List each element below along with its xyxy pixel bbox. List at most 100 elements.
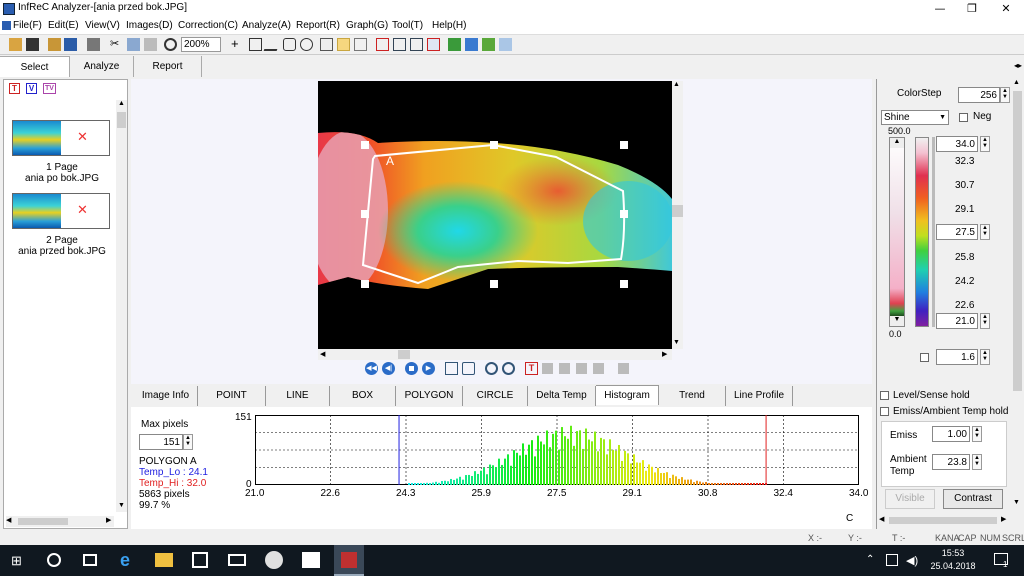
temp-mid-input[interactable] — [936, 224, 978, 240]
network-icon[interactable] — [886, 554, 898, 566]
step-back-icon[interactable]: ◀| — [382, 362, 395, 375]
open-folder-icon[interactable] — [48, 38, 61, 51]
play-icon[interactable]: ▶ — [422, 362, 435, 375]
menu-file[interactable]: File(F) — [13, 20, 42, 31]
contrast-button[interactable]: Contrast — [943, 489, 1003, 509]
select-cursor-icon[interactable] — [337, 38, 350, 51]
edge-browser-icon[interactable]: e — [120, 550, 130, 570]
layout-icon[interactable] — [410, 38, 423, 51]
zoom-in-icon[interactable] — [485, 362, 498, 375]
thumbnail-vscrollbar[interactable]: ▲ ▼ — [116, 100, 127, 512]
thermal-image[interactable]: A — [318, 81, 672, 349]
tab-histogram[interactable]: Histogram — [596, 385, 659, 405]
export-icon[interactable] — [427, 38, 440, 51]
temp-mid-stepper[interactable]: ▲ ▼ — [980, 224, 990, 240]
scroll-left-icon[interactable]: ◀ — [320, 350, 325, 358]
save-as-icon[interactable] — [64, 38, 77, 51]
thumbnail-page-2[interactable]: ✕ — [12, 193, 110, 229]
filter-thermal-icon[interactable]: T — [9, 83, 20, 94]
menu-images[interactable]: Images(D) — [126, 20, 173, 31]
image-fit-icon[interactable] — [482, 38, 495, 51]
rewind-icon[interactable]: ◀◀ — [365, 362, 378, 375]
scroll-up-icon[interactable]: ▲ — [673, 81, 680, 88]
frame-icon[interactable] — [376, 38, 389, 51]
windows-start-icon[interactable]: ⊞ — [11, 554, 24, 567]
tab-circle[interactable]: CIRCLE — [463, 386, 528, 406]
palette-select[interactable]: Shine ▼ — [881, 110, 949, 125]
colorstep-input[interactable] — [958, 87, 1000, 103]
search-icon[interactable] — [47, 553, 61, 567]
zoom-out-icon[interactable] — [502, 362, 515, 375]
temp-max-stepper[interactable]: ▲ ▼ — [980, 136, 990, 152]
thumbnail-hscrollbar[interactable]: ◀ ▶ — [6, 516, 114, 527]
clock-date[interactable]: 25.04.2018 — [928, 561, 978, 571]
close-button[interactable]: ✕ — [990, 0, 1022, 18]
tab-select[interactable]: Select — [0, 56, 70, 77]
photos-icon[interactable] — [302, 552, 320, 568]
clock-time[interactable]: 15:53 — [928, 548, 978, 558]
colorstep-stepper[interactable]: ▲ ▼ — [1000, 87, 1010, 103]
menu-view[interactable]: View(V) — [85, 20, 120, 31]
scroll-down-icon[interactable]: ▼ — [673, 339, 680, 346]
ambient-input[interactable] — [932, 454, 970, 470]
copy-icon[interactable] — [127, 38, 140, 51]
cut-icon[interactable]: ✂ — [110, 38, 123, 51]
tab-box[interactable]: BOX — [330, 386, 396, 406]
menu-correction[interactable]: Correction(C) — [178, 20, 238, 31]
menu-report[interactable]: Report(R) — [296, 20, 340, 31]
maximize-button[interactable]: ❐ — [956, 0, 988, 18]
scroll-up-icon[interactable]: ▲ — [890, 138, 904, 148]
temp-min-stepper[interactable]: ▲ ▼ — [980, 313, 990, 329]
minimize-button[interactable]: — — [924, 0, 956, 18]
level-sense-checkbox[interactable] — [880, 391, 889, 400]
polygon-tool-icon[interactable] — [283, 38, 296, 51]
menu-analyze[interactable]: Analyze(A) — [242, 20, 291, 31]
scale-slider-track[interactable]: ▲ ▼ — [889, 137, 905, 327]
visible-button[interactable]: Visible — [885, 489, 935, 509]
scroll-thumb[interactable] — [1013, 91, 1022, 391]
tab-image-info[interactable]: Image Info — [134, 386, 198, 406]
scroll-thumb[interactable] — [18, 518, 68, 525]
ambient-stepper[interactable]: ▲ ▼ — [972, 454, 982, 470]
scroll-down-icon[interactable]: ▼ — [890, 316, 904, 326]
image-hscrollbar[interactable]: ◀ ▶ — [318, 349, 672, 360]
point-tool-icon[interactable]: + — [231, 37, 244, 51]
scroll-right-icon[interactable]: ▶ — [662, 350, 667, 358]
text-tool-icon[interactable] — [320, 38, 333, 51]
menu-edit[interactable]: Edit(E) — [48, 20, 79, 31]
mail-icon[interactable] — [228, 554, 246, 566]
tab-delta-temp[interactable]: Delta Temp — [528, 386, 596, 406]
tile-icon[interactable] — [499, 38, 512, 51]
menu-graph[interactable]: Graph(G) — [346, 20, 388, 31]
scroll-thumb[interactable] — [398, 350, 410, 359]
temp-max-input[interactable] — [936, 136, 978, 152]
stop-icon[interactable] — [405, 362, 418, 375]
scroll-right-icon[interactable]: ▶ — [106, 516, 111, 524]
menu-help[interactable]: Help(H) — [432, 20, 466, 31]
emiss-stepper[interactable]: ▲ ▼ — [972, 426, 982, 442]
filter-visible-icon[interactable]: V — [26, 83, 37, 94]
scroll-left-icon[interactable]: ◀ — [879, 515, 884, 523]
pan-icon[interactable] — [462, 362, 475, 375]
tab-analyze[interactable]: Analyze — [70, 56, 134, 77]
image-blue-icon[interactable] — [465, 38, 478, 51]
zoom-select[interactable]: 200% — [181, 37, 221, 52]
step-checkbox[interactable] — [920, 353, 929, 362]
circle-tool-icon[interactable] — [300, 38, 313, 51]
print-icon[interactable] — [87, 38, 100, 51]
thumbnail-page-1[interactable]: ✕ — [12, 120, 110, 156]
tray-chevron-icon[interactable]: ⌃ — [866, 554, 874, 565]
volume-icon[interactable]: ◀) — [906, 554, 918, 567]
tab-trend[interactable]: Trend — [659, 386, 726, 406]
paste-icon[interactable] — [144, 38, 157, 51]
image-vscrollbar[interactable]: ▲ ▼ — [672, 81, 683, 349]
tabs-scroll-icon[interactable]: ◂▸ — [1014, 61, 1022, 70]
infrec-app-icon[interactable] — [334, 545, 364, 576]
scroll-thumb[interactable] — [117, 112, 126, 128]
scroll-right-icon[interactable]: ▶ — [1001, 515, 1006, 523]
scroll-down-icon[interactable]: ▼ — [116, 502, 127, 512]
filter-both-icon[interactable]: TV — [43, 83, 56, 94]
open-icon[interactable] — [9, 38, 22, 51]
right-vscrollbar[interactable]: ▲ ▼ — [1012, 79, 1023, 509]
max-pixels-input[interactable] — [139, 434, 183, 450]
